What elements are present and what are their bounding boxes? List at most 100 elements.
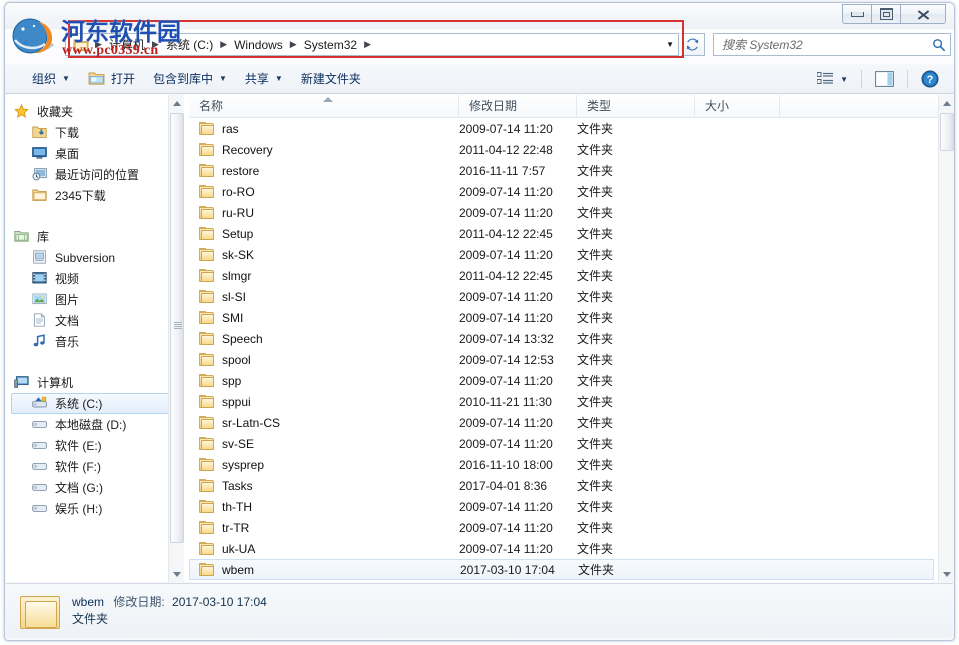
cell-date: 2017-03-10 17:04 bbox=[460, 562, 555, 577]
table-row[interactable]: sv-SE 2009-07-14 11:20 文件夹 bbox=[189, 433, 938, 454]
sidebar-item-entertainment-h[interactable]: 娱乐 (H:) bbox=[6, 498, 172, 519]
table-row[interactable]: wbem 2017-03-10 17:04 文件夹 bbox=[189, 559, 934, 580]
table-row[interactable]: slmgr 2011-04-12 22:45 文件夹 bbox=[189, 265, 938, 286]
minimize-icon bbox=[850, 11, 864, 17]
file-name-label: spp bbox=[222, 373, 242, 388]
change-view-button[interactable]: ▼ bbox=[812, 68, 853, 90]
table-row[interactable]: spp 2009-07-14 11:20 文件夹 bbox=[189, 370, 938, 391]
breadcrumb-item-system32[interactable]: System32 bbox=[301, 37, 360, 53]
table-row[interactable]: ru-RU 2009-07-14 11:20 文件夹 bbox=[189, 202, 938, 223]
desktop-icon bbox=[32, 146, 49, 161]
sidebar-item-local-disk-d[interactable]: 本地磁盘 (D:) bbox=[6, 414, 172, 435]
search-input[interactable]: 搜索 System32 bbox=[713, 33, 951, 56]
sidebar-item-subversion[interactable]: Subversion bbox=[6, 247, 172, 268]
column-header-name[interactable]: 名称 bbox=[189, 95, 459, 117]
table-row[interactable]: Tasks 2017-04-01 8:36 文件夹 bbox=[189, 475, 938, 496]
share-button[interactable]: 共享 ▼ bbox=[236, 68, 292, 90]
sidebar-item-software-f[interactable]: 软件 (F:) bbox=[6, 456, 172, 477]
back-button[interactable] bbox=[13, 34, 35, 56]
music-icon bbox=[32, 334, 49, 349]
search-icon bbox=[933, 38, 946, 51]
nav-group-computer: 计算机 系统 (C:) 本地磁盘 (D:) 软件 (E:) 软件 (F:) 文档… bbox=[6, 366, 172, 519]
open-label: 打开 bbox=[110, 72, 135, 86]
file-list-scrollbar[interactable] bbox=[938, 95, 954, 582]
help-button[interactable]: ? bbox=[916, 68, 944, 90]
table-row[interactable]: tr-TR 2009-07-14 11:20 文件夹 bbox=[189, 517, 938, 538]
sidebar-item-videos[interactable]: 视频 bbox=[6, 268, 172, 289]
file-name-label: th-TH bbox=[222, 499, 252, 514]
table-row[interactable]: Recovery 2011-04-12 22:48 文件夹 bbox=[189, 139, 938, 160]
maximize-button[interactable] bbox=[871, 4, 901, 24]
cell-type: 文件夹 bbox=[577, 269, 614, 283]
close-button[interactable] bbox=[900, 4, 946, 24]
navigation-pane-scrollbar[interactable] bbox=[168, 95, 184, 582]
navigation-pane[interactable]: 收藏夹 下载 桌面 最近访问的位置 2345下载 库 Subversion 视频… bbox=[6, 95, 172, 582]
table-row[interactable]: restore 2016-11-11 7:57 文件夹 bbox=[189, 160, 938, 181]
sidebar-item-computer[interactable]: 计算机 bbox=[6, 372, 172, 393]
table-row[interactable]: sk-SK 2009-07-14 11:20 文件夹 bbox=[189, 244, 938, 265]
sidebar-item-recent-places[interactable]: 最近访问的位置 bbox=[6, 164, 172, 185]
sidebar-item-documents[interactable]: 文档 bbox=[6, 310, 172, 331]
scrollbar-thumb[interactable] bbox=[170, 113, 184, 543]
sidebar-label: Subversion bbox=[55, 250, 116, 265]
scroll-up-button[interactable] bbox=[939, 95, 955, 111]
include-in-library-button[interactable]: 包含到库中 ▼ bbox=[144, 68, 236, 90]
column-header-size[interactable]: 大小 bbox=[695, 95, 780, 117]
chevron-up-icon bbox=[173, 100, 181, 106]
cell-date: 2009-07-14 12:53 bbox=[459, 352, 554, 367]
details-item-name: wbem bbox=[72, 595, 105, 609]
table-row[interactable]: sr-Latn-CS 2009-07-14 11:20 文件夹 bbox=[189, 412, 938, 433]
table-row[interactable]: th-TH 2009-07-14 11:20 文件夹 bbox=[189, 496, 938, 517]
window-controls bbox=[842, 4, 946, 25]
folder-icon bbox=[32, 188, 49, 203]
sidebar-item-desktop[interactable]: 桌面 bbox=[6, 143, 172, 164]
table-row[interactable]: uk-UA 2009-07-14 11:20 文件夹 bbox=[189, 538, 938, 559]
scroll-down-button[interactable] bbox=[939, 566, 955, 582]
chevron-down-icon[interactable]: ▼ bbox=[666, 40, 674, 49]
preview-pane-button[interactable] bbox=[870, 68, 899, 90]
table-row[interactable]: Setup 2011-04-12 22:45 文件夹 bbox=[189, 223, 938, 244]
table-row[interactable]: sppui 2010-11-21 11:30 文件夹 bbox=[189, 391, 938, 412]
scroll-up-button[interactable] bbox=[169, 95, 185, 111]
sidebar-item-system-c[interactable]: 系统 (C:) bbox=[11, 393, 169, 414]
cell-date: 2017-04-01 8:36 bbox=[459, 478, 548, 493]
breadcrumb-item-windows[interactable]: Windows bbox=[231, 37, 286, 53]
folder-icon bbox=[73, 38, 89, 52]
sidebar-item-software-e[interactable]: 软件 (E:) bbox=[6, 435, 172, 456]
sidebar-item-documents-g[interactable]: 文档 (G:) bbox=[6, 477, 172, 498]
table-row[interactable]: Speech 2009-07-14 13:32 文件夹 bbox=[189, 328, 938, 349]
column-header-type[interactable]: 类型 bbox=[577, 95, 695, 117]
cell-date: 2016-11-11 7:57 bbox=[459, 163, 546, 178]
table-row[interactable]: sysprep 2016-11-10 18:00 文件夹 bbox=[189, 454, 938, 475]
new-folder-button[interactable]: 新建文件夹 bbox=[292, 68, 370, 90]
sidebar-item-libraries[interactable]: 库 bbox=[6, 226, 172, 247]
organize-button[interactable]: 组织 ▼ bbox=[23, 68, 79, 90]
breadcrumb-item-system-c[interactable]: 系统 (C:) bbox=[163, 35, 216, 54]
sidebar-item-pictures[interactable]: 图片 bbox=[6, 289, 172, 310]
sidebar-item-downloads[interactable]: 下载 bbox=[6, 122, 172, 143]
column-label: 修改日期 bbox=[469, 99, 518, 113]
sidebar-item-2345-downloads[interactable]: 2345下载 bbox=[6, 185, 172, 206]
table-row[interactable]: ro-RO 2009-07-14 11:20 文件夹 bbox=[189, 181, 938, 202]
table-row[interactable]: sl-SI 2009-07-14 11:20 文件夹 bbox=[189, 286, 938, 307]
table-row[interactable]: ras 2009-07-14 11:20 文件夹 bbox=[189, 118, 938, 139]
table-row[interactable]: SMI 2009-07-14 11:20 文件夹 bbox=[189, 307, 938, 328]
forward-button[interactable] bbox=[39, 34, 61, 56]
breadcrumb[interactable]: ▶ 计算机 ▶ 系统 (C:) ▶ Windows ▶ System32 ▶ ▼ bbox=[65, 33, 679, 56]
sidebar-item-favorites[interactable]: 收藏夹 bbox=[6, 101, 172, 122]
breadcrumb-item-computer[interactable]: 计算机 bbox=[106, 35, 148, 54]
minimize-button[interactable] bbox=[842, 4, 872, 24]
refresh-button[interactable] bbox=[681, 33, 705, 56]
open-button[interactable]: 打开 bbox=[79, 68, 144, 90]
breadcrumb-separator: ▶ bbox=[220, 39, 228, 49]
column-header-date[interactable]: 修改日期 bbox=[459, 95, 577, 117]
table-row[interactable]: spool 2009-07-14 12:53 文件夹 bbox=[189, 349, 938, 370]
recent-places-icon bbox=[32, 167, 49, 182]
scroll-down-button[interactable] bbox=[169, 566, 185, 582]
sidebar-item-music[interactable]: 音乐 bbox=[6, 331, 172, 352]
scrollbar-thumb[interactable] bbox=[940, 113, 954, 151]
file-list-pane[interactable]: 名称 修改日期 类型 大小 ras 2009-07-14 11:20 文件夹 Reco… bbox=[189, 95, 938, 582]
cell-type: 文件夹 bbox=[577, 248, 614, 262]
column-header-filler bbox=[780, 95, 938, 117]
